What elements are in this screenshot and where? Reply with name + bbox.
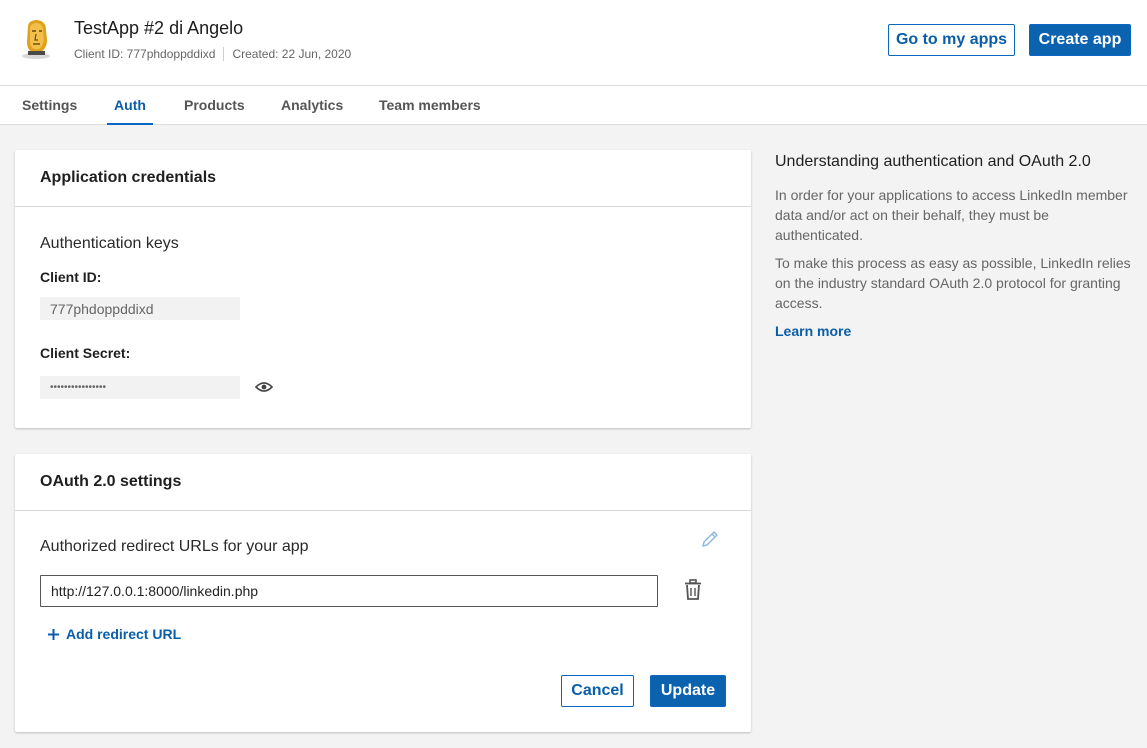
- learn-more-link[interactable]: Learn more: [775, 323, 851, 339]
- app-header: TestApp #2 di Angelo Client ID: 777phdop…: [0, 0, 1147, 86]
- tab-products[interactable]: Products: [184, 86, 245, 125]
- redirect-url-input[interactable]: [40, 575, 658, 607]
- tab-team-members[interactable]: Team members: [379, 86, 481, 125]
- created-meta: Created: 22 Jun, 2020: [232, 47, 352, 61]
- go-to-my-apps-button[interactable]: Go to my apps: [888, 24, 1015, 56]
- trash-icon[interactable]: [683, 579, 703, 601]
- tab-settings[interactable]: Settings: [22, 86, 77, 125]
- create-app-button[interactable]: Create app: [1029, 24, 1131, 56]
- oauth-card-title: OAuth 2.0 settings: [15, 454, 751, 511]
- tab-analytics[interactable]: Analytics: [281, 86, 343, 125]
- meta-divider: [223, 47, 225, 61]
- help-paragraph-2: To make this process as easy as possible…: [775, 255, 1131, 311]
- tab-bar: Settings Auth Products Analytics Team me…: [0, 86, 1147, 125]
- auth-keys-heading: Authentication keys: [40, 235, 179, 252]
- cancel-button[interactable]: Cancel: [561, 675, 634, 707]
- credentials-card-title: Application credentials: [15, 150, 751, 207]
- add-redirect-url-button[interactable]: Add redirect URL: [47, 626, 181, 642]
- add-redirect-url-label: Add redirect URL: [66, 626, 182, 642]
- redirect-urls-heading: Authorized redirect URLs for your app: [40, 538, 309, 555]
- credentials-card: Application credentials Authentication k…: [15, 150, 751, 428]
- app-meta: Client ID: 777phdoppddixd Created: 22 Ju…: [74, 47, 351, 61]
- help-paragraph-1: In order for your applications to access…: [775, 187, 1128, 243]
- app-title: TestApp #2 di Angelo: [74, 18, 244, 38]
- oauth-card: OAuth 2.0 settings Authorized redirect U…: [15, 454, 751, 732]
- client-id-meta: Client ID: 777phdoppddixd: [74, 47, 216, 61]
- client-id-value[interactable]: 777phdoppddixd: [40, 297, 240, 320]
- eye-icon[interactable]: [254, 380, 274, 394]
- client-id-label: Client ID:: [40, 269, 102, 285]
- pencil-icon[interactable]: [700, 529, 720, 549]
- app-logo: [19, 18, 53, 60]
- update-button[interactable]: Update: [650, 675, 726, 707]
- plus-icon: [47, 628, 60, 641]
- help-title: Understanding authentication and OAuth 2…: [775, 153, 1091, 170]
- client-secret-value[interactable]: ••••••••••••••••: [40, 376, 240, 399]
- client-secret-label: Client Secret:: [40, 345, 131, 361]
- tab-auth[interactable]: Auth: [107, 86, 153, 125]
